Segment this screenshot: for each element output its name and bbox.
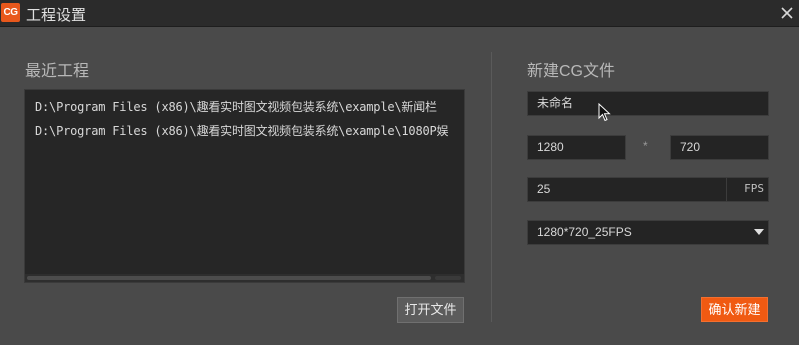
fps-value: 25 [537,182,551,196]
preset-selected-value: 1280*720_25FPS [537,225,632,239]
list-item[interactable]: D:\Program Files (x86)\趣看实时图文视频包装系统\exam… [35,98,437,115]
horizontal-scrollbar[interactable] [25,274,464,282]
preset-select[interactable]: 1280*720_25FPS [527,220,769,245]
fps-unit-label: FPS [726,177,768,202]
recent-projects-list[interactable]: D:\Program Files (x86)\趣看实时图文视频包装系统\exam… [24,89,465,283]
new-cg-file-title: 新建CG文件 [527,63,616,80]
app-logo: CG [1,3,20,22]
panel-divider [491,52,492,322]
chevron-down-icon [754,229,764,235]
list-item[interactable]: D:\Program Files (x86)\趣看实时图文视频包装系统\exam… [35,122,449,139]
confirm-create-button[interactable]: 确认新建 [701,297,768,322]
open-file-button[interactable]: 打开文件 [397,297,464,323]
width-input[interactable]: 1280 [527,135,626,160]
close-icon [781,7,793,19]
close-button[interactable] [777,3,797,23]
recent-projects-title: 最近工程 [25,63,90,80]
title-bar: CG 工程设置 [0,0,799,27]
height-input[interactable]: 720 [670,135,769,160]
scrollbar-thumb[interactable] [27,276,431,280]
window-title: 工程设置 [26,7,87,24]
mouse-cursor-icon [598,103,611,122]
scrollbar-track-end [435,276,461,280]
times-sign: * [643,139,648,153]
file-name-input[interactable]: 未命名 [527,91,769,116]
